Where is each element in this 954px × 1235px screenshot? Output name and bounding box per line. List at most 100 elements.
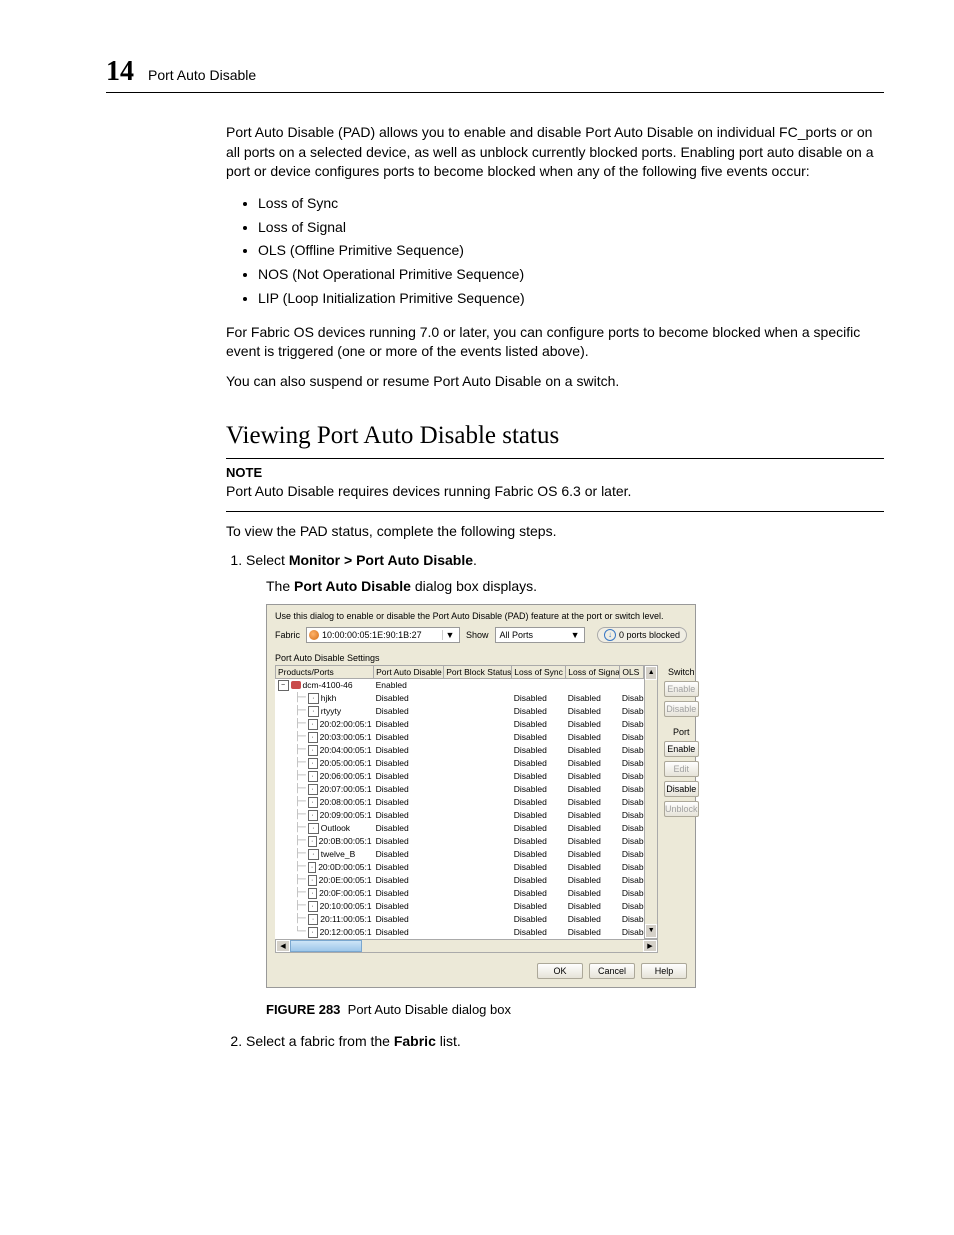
table-row[interactable]: ├─·20:03:00:05:1DisabledDisabledDisabled… xyxy=(276,731,644,744)
table-row[interactable]: ├─·twelve_BDisabledDisabledDisabledDisab xyxy=(276,848,644,861)
ols-cell: Disab xyxy=(620,731,644,744)
scroll-up-icon[interactable]: ▲ xyxy=(645,666,657,680)
port-icon: · xyxy=(308,784,318,795)
chevron-down-icon: ▼ xyxy=(571,630,580,640)
table-row[interactable]: ├─·hjkhDisabledDisabledDisabledDisab xyxy=(276,692,644,705)
tree-line-icon: ├─ xyxy=(290,784,306,794)
vertical-scrollbar[interactable]: ▲ ▼ xyxy=(644,665,658,939)
table-row[interactable]: ├─·20:02:00:05:1DisabledDisabledDisabled… xyxy=(276,718,644,731)
scroll-down-icon[interactable]: ▼ xyxy=(645,924,657,938)
device-icon xyxy=(291,681,301,689)
table-row[interactable]: ├─·20:11:00:05:1DisabledDisabledDisabled… xyxy=(276,913,644,926)
tree-line-icon: ├─ xyxy=(290,810,306,820)
intro-paragraph-3: You can also suspend or resume Port Auto… xyxy=(226,372,884,392)
col-ols[interactable]: OLS xyxy=(620,665,644,678)
port-icon: · xyxy=(308,823,319,834)
table-row[interactable]: ├─·20:0D:00:05:1DisabledDisabledDisabled… xyxy=(276,861,644,874)
table-row[interactable]: ├─·20:05:00:05:1DisabledDisabledDisabled… xyxy=(276,757,644,770)
table-row[interactable]: ├─·20:10:00:05:1DisabledDisabledDisabled… xyxy=(276,900,644,913)
cancel-button[interactable]: Cancel xyxy=(589,963,635,979)
scroll-thumb[interactable] xyxy=(290,940,362,952)
port-name: 20:12:00:05:1 xyxy=(320,927,372,937)
table-row[interactable]: ├─·20:0F:00:05:1DisabledDisabledDisabled… xyxy=(276,887,644,900)
fabric-label: Fabric xyxy=(275,630,300,640)
table-row[interactable]: ├─·20:0B:00:05:1DisabledDisabledDisabled… xyxy=(276,835,644,848)
tree-line-icon: ├─ xyxy=(290,823,306,833)
table-row[interactable]: ├─·OutlookDisabledDisabledDisabledDisab xyxy=(276,822,644,835)
signal-cell: Disabled xyxy=(566,757,620,770)
help-button[interactable]: Help xyxy=(641,963,687,979)
table-row[interactable]: ├─·20:07:00:05:1DisabledDisabledDisabled… xyxy=(276,783,644,796)
port-icon: · xyxy=(308,927,318,938)
fabric-dropdown[interactable]: 10:00:00:05:1E:90:1B:27 ▼ xyxy=(306,627,460,643)
sync-cell: Disabled xyxy=(512,718,566,731)
horizontal-scrollbar[interactable]: ◀ ▶ xyxy=(275,939,658,953)
col-pad[interactable]: Port Auto Disable xyxy=(374,665,444,678)
port-icon: · xyxy=(308,797,318,808)
col-signal[interactable]: Loss of Signal xyxy=(566,665,620,678)
sync-cell: Disabled xyxy=(512,835,566,848)
table-row[interactable]: ├─·20:0E:00:05:1DisabledDisabledDisabled… xyxy=(276,874,644,887)
port-icon: · xyxy=(308,914,318,925)
port-icon: · xyxy=(308,875,317,886)
col-products[interactable]: Products/Ports xyxy=(276,665,374,678)
pad-cell: Disabled xyxy=(374,822,444,835)
scroll-right-icon[interactable]: ▶ xyxy=(643,940,657,952)
ols-cell: Disab xyxy=(620,796,644,809)
pad-cell: Disabled xyxy=(374,874,444,887)
port-disable-button[interactable]: Disable xyxy=(664,781,699,797)
ols-cell: Disab xyxy=(620,783,644,796)
step-1: Select Monitor > Port Auto Disable. The … xyxy=(246,552,884,1017)
settings-table[interactable]: Products/Ports Port Auto Disable Port Bl… xyxy=(275,665,644,939)
table-row[interactable]: ├─·20:08:00:05:1DisabledDisabledDisabled… xyxy=(276,796,644,809)
port-icon: · xyxy=(308,758,318,769)
signal-cell: Disabled xyxy=(566,705,620,718)
pad-cell: Disabled xyxy=(374,796,444,809)
port-name: 20:11:00:05:1 xyxy=(320,914,371,924)
collapse-icon[interactable]: − xyxy=(278,680,289,691)
ok-button[interactable]: OK xyxy=(537,963,583,979)
pad-cell: Disabled xyxy=(374,731,444,744)
port-icon: · xyxy=(308,810,318,821)
sync-cell: Disabled xyxy=(512,809,566,822)
table-row[interactable]: └─·20:12:00:05:1DisabledDisabledDisabled… xyxy=(276,926,644,939)
table-row-root[interactable]: −dcm-4100-46 Enabled xyxy=(276,678,644,692)
table-row[interactable]: ├─·rtyytyDisabledDisabledDisabledDisab xyxy=(276,705,644,718)
switch-enable-button[interactable]: Enable xyxy=(664,681,699,697)
event-item: OLS (Offline Primitive Sequence) xyxy=(258,239,884,263)
port-edit-button[interactable]: Edit xyxy=(664,761,699,777)
pad-cell: Disabled xyxy=(374,783,444,796)
port-enable-button[interactable]: Enable xyxy=(664,741,699,757)
port-name: 20:07:00:05:1 xyxy=(320,784,372,794)
signal-cell: Disabled xyxy=(566,913,620,926)
ols-cell: Disab xyxy=(620,913,644,926)
pad-cell: Disabled xyxy=(374,705,444,718)
col-block[interactable]: Port Block Status xyxy=(444,665,512,678)
sync-cell: Disabled xyxy=(512,783,566,796)
table-row[interactable]: ├─·20:04:00:05:1DisabledDisabledDisabled… xyxy=(276,744,644,757)
sync-cell: Disabled xyxy=(512,757,566,770)
signal-cell: Disabled xyxy=(566,770,620,783)
switch-disable-button[interactable]: Disable xyxy=(664,701,699,717)
scroll-left-icon[interactable]: ◀ xyxy=(276,940,290,952)
ols-cell: Disab xyxy=(620,835,644,848)
pad-cell: Disabled xyxy=(374,926,444,939)
table-row[interactable]: ├─·20:09:00:05:1DisabledDisabledDisabled… xyxy=(276,809,644,822)
tree-line-icon: ├─ xyxy=(290,875,306,885)
table-row[interactable]: ├─·20:06:00:05:1DisabledDisabledDisabled… xyxy=(276,770,644,783)
note-rule xyxy=(226,458,884,459)
tree-line-icon: ├─ xyxy=(290,719,306,729)
col-sync[interactable]: Loss of Sync xyxy=(512,665,566,678)
show-value: All Ports xyxy=(500,630,534,640)
port-unblock-button[interactable]: Unblock xyxy=(664,801,699,817)
tree-line-icon: ├─ xyxy=(290,732,306,742)
show-dropdown[interactable]: All Ports ▼ xyxy=(495,627,585,643)
step-1-sub: The Port Auto Disable dialog box display… xyxy=(266,578,884,594)
port-icon: · xyxy=(308,849,319,860)
sync-cell: Disabled xyxy=(512,822,566,835)
pad-cell: Disabled xyxy=(374,718,444,731)
ols-cell: Disab xyxy=(620,744,644,757)
pad-cell: Disabled xyxy=(374,809,444,822)
event-item: Loss of Signal xyxy=(258,216,884,240)
signal-cell: Disabled xyxy=(566,861,620,874)
